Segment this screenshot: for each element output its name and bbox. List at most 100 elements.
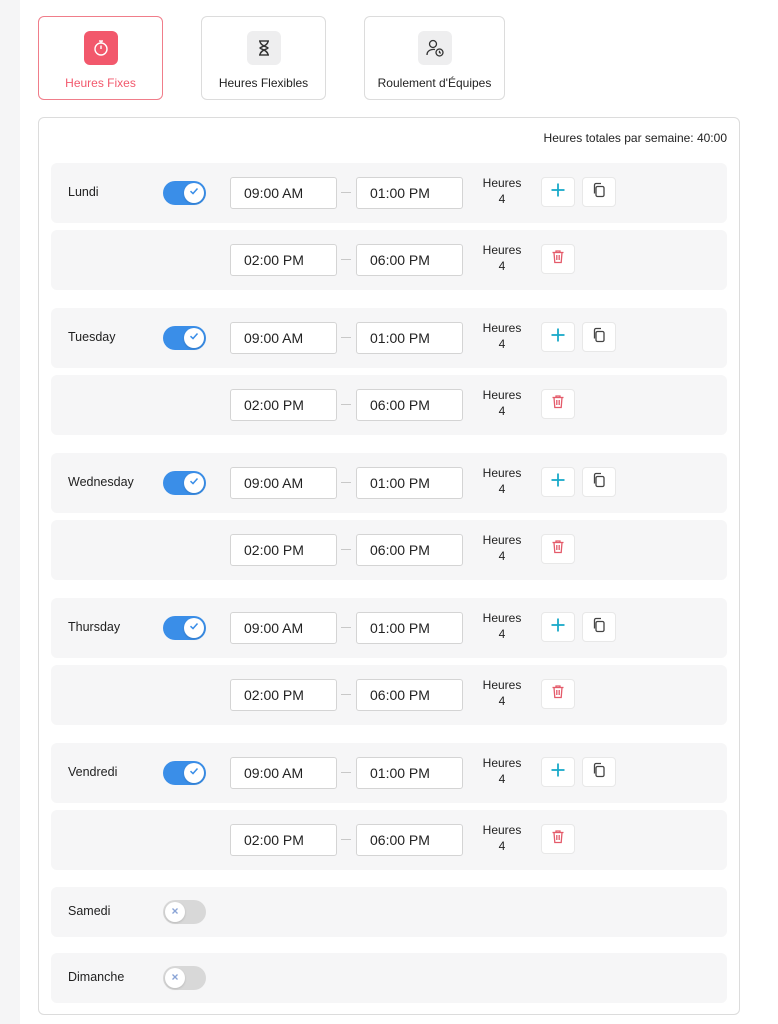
- hours-label: Heures: [482, 243, 522, 257]
- tab-label: Roulement d'Équipes: [377, 76, 492, 90]
- time-range-separator: [341, 627, 351, 628]
- copy-day-button[interactable]: [582, 612, 616, 642]
- time-range-separator: [341, 482, 351, 483]
- day-name: Tuesday: [68, 330, 116, 344]
- tab-heures-fixes[interactable]: Heures Fixes: [38, 16, 163, 100]
- end-time-input[interactable]: [356, 389, 463, 421]
- hours-value: 4: [498, 482, 506, 496]
- slot-hours: Heures 4: [471, 677, 533, 709]
- add-slot-button[interactable]: [541, 177, 575, 207]
- copy-day-button[interactable]: [582, 757, 616, 787]
- toggle-knob: [184, 183, 204, 203]
- hours-label: Heures: [482, 466, 522, 480]
- time-range-separator: [341, 839, 351, 840]
- copy-day-button[interactable]: [582, 322, 616, 352]
- trash-icon: [551, 829, 565, 849]
- day-toggle[interactable]: [163, 471, 206, 495]
- start-time-input[interactable]: [230, 679, 337, 711]
- tab-heures-flexibles[interactable]: Heures Flexibles: [201, 16, 326, 100]
- day-row-dimanche: Dimanche: [51, 953, 727, 1003]
- start-time-input[interactable]: [230, 612, 337, 644]
- x-icon: [170, 903, 180, 921]
- start-time-input[interactable]: [230, 244, 337, 276]
- end-time-input[interactable]: [356, 757, 463, 789]
- hours-value: 4: [498, 549, 506, 563]
- schedule-type-tabs: Heures Fixes Heures Flexibles Roulement …: [38, 16, 505, 100]
- check-icon: [188, 329, 200, 347]
- slot-hours: Heures 4: [471, 175, 533, 207]
- end-time-input[interactable]: [356, 534, 463, 566]
- day-toggle[interactable]: [163, 900, 206, 924]
- day-name: Samedi: [68, 904, 111, 918]
- slot-hours: Heures 4: [471, 822, 533, 854]
- start-time-input[interactable]: [230, 824, 337, 856]
- toggle-knob: [165, 902, 185, 922]
- hours-value: 4: [498, 694, 506, 708]
- start-time-input[interactable]: [230, 389, 337, 421]
- delete-slot-button[interactable]: [541, 824, 575, 854]
- add-slot-button[interactable]: [541, 467, 575, 497]
- day-toggle[interactable]: [163, 966, 206, 990]
- add-slot-button[interactable]: [541, 322, 575, 352]
- tab-label: Heures Flexibles: [218, 76, 309, 90]
- start-time-input[interactable]: [230, 534, 337, 566]
- day-row-vendredi: Vendredi Heures 4: [51, 743, 727, 803]
- tab-label: Heures Fixes: [65, 76, 136, 90]
- tab-roulement-equipes[interactable]: Roulement d'Équipes: [364, 16, 505, 100]
- hours-value: 4: [498, 772, 506, 786]
- plus-icon: [550, 617, 566, 638]
- time-slot-row: Heures 4: [51, 665, 727, 725]
- day-name: Wednesday: [68, 475, 134, 489]
- copy-icon: [591, 472, 607, 493]
- end-time-input[interactable]: [356, 322, 463, 354]
- check-icon: [188, 619, 200, 637]
- end-time-input[interactable]: [356, 679, 463, 711]
- slot-hours: Heures 4: [471, 387, 533, 419]
- end-time-input[interactable]: [356, 467, 463, 499]
- hours-value: 4: [498, 259, 506, 273]
- delete-slot-button[interactable]: [541, 679, 575, 709]
- trash-icon: [551, 394, 565, 414]
- time-range-separator: [341, 694, 351, 695]
- start-time-input[interactable]: [230, 177, 337, 209]
- slot-hours: Heures 4: [471, 755, 533, 787]
- day-toggle[interactable]: [163, 616, 206, 640]
- day-name: Thursday: [68, 620, 121, 634]
- start-time-input[interactable]: [230, 322, 337, 354]
- add-slot-button[interactable]: [541, 612, 575, 642]
- delete-slot-button[interactable]: [541, 389, 575, 419]
- day-toggle[interactable]: [163, 181, 206, 205]
- copy-day-button[interactable]: [582, 177, 616, 207]
- hours-value: 4: [498, 839, 506, 853]
- copy-icon: [591, 182, 607, 203]
- delete-slot-button[interactable]: [541, 244, 575, 274]
- plus-icon: [550, 182, 566, 203]
- total-weekly-hours: Heures totales par semaine: 40:00: [543, 131, 727, 145]
- end-time-input[interactable]: [356, 612, 463, 644]
- plus-icon: [550, 762, 566, 783]
- copy-icon: [591, 327, 607, 348]
- day-toggle[interactable]: [163, 326, 206, 350]
- end-time-input[interactable]: [356, 177, 463, 209]
- start-time-input[interactable]: [230, 467, 337, 499]
- time-slot-row: Heures 4: [51, 230, 727, 290]
- check-icon: [188, 474, 200, 492]
- add-slot-button[interactable]: [541, 757, 575, 787]
- delete-slot-button[interactable]: [541, 534, 575, 564]
- day-row-tuesday: Tuesday Heures 4: [51, 308, 727, 368]
- hours-value: 4: [498, 192, 506, 206]
- toggle-knob: [184, 763, 204, 783]
- copy-day-button[interactable]: [582, 467, 616, 497]
- hours-value: 4: [498, 627, 506, 641]
- day-name: Vendredi: [68, 765, 118, 779]
- time-slot-row: Heures 4: [51, 520, 727, 580]
- end-time-input[interactable]: [356, 824, 463, 856]
- start-time-input[interactable]: [230, 757, 337, 789]
- day-toggle[interactable]: [163, 761, 206, 785]
- time-range-separator: [341, 549, 351, 550]
- hours-label: Heures: [482, 176, 522, 190]
- page: Heures Fixes Heures Flexibles Roulement …: [20, 0, 778, 1024]
- plus-icon: [550, 472, 566, 493]
- end-time-input[interactable]: [356, 244, 463, 276]
- slot-hours: Heures 4: [471, 532, 533, 564]
